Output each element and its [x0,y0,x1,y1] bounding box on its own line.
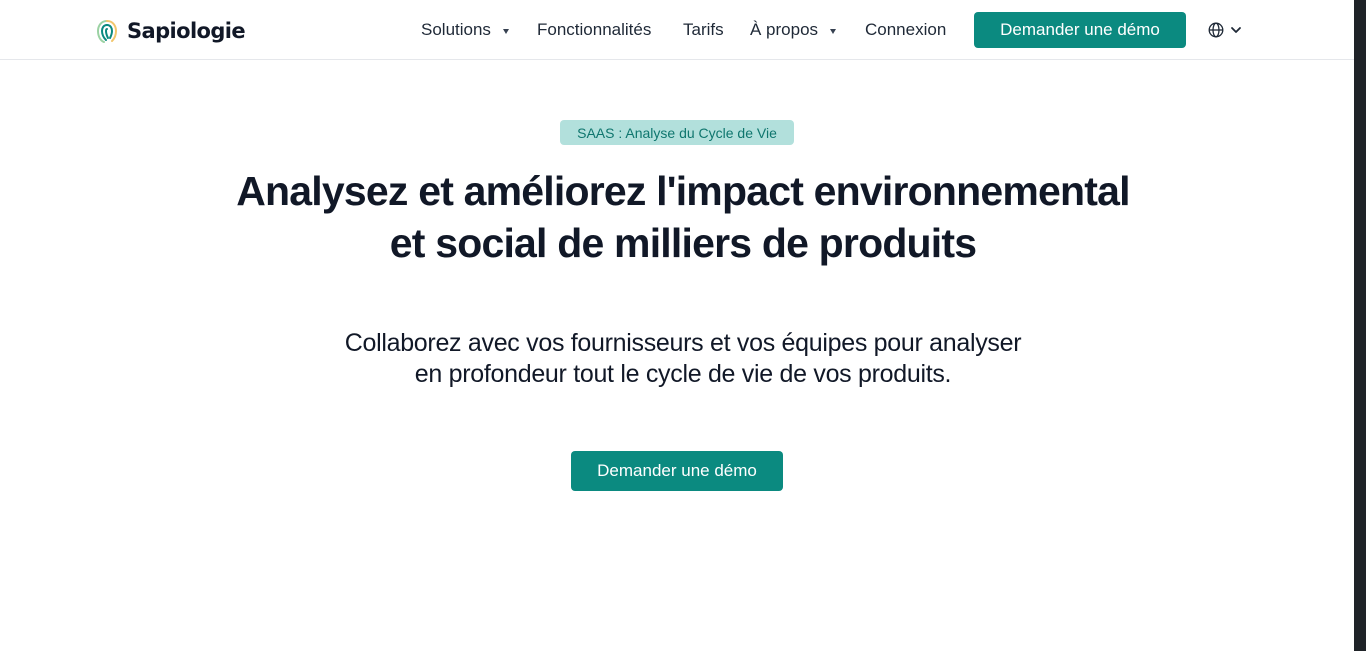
brand-name: Sapiologie [127,19,246,43]
header-demo-button[interactable]: Demander une démo [974,12,1186,48]
nav-item-label: Tarifs [683,20,724,39]
hero-title: Analysez et améliorez l'impact environne… [183,165,1183,269]
hero-title-line: et social de milliers de produits [389,220,977,266]
nav-item-label: Solutions [421,20,491,39]
nav-item-solutions[interactable]: Solutions [421,20,509,40]
site-header: Sapiologie Solutions Fonctionnalités Tar… [0,0,1354,60]
fingerprint-leaf-icon [96,20,118,43]
logo-link[interactable]: Sapiologie [96,16,246,46]
nav-item-label: Connexion [865,20,947,39]
hero-subtitle-line: en profondeur tout le cycle de vie de vo… [414,360,952,388]
nav-item-label: Fonctionnalités [537,20,652,39]
language-switcher[interactable] [1208,20,1244,40]
nav-item-label: À propos [750,20,819,39]
chevron-down-icon [1231,27,1241,33]
hero-title-line: Analysez et améliorez l'impact environne… [236,168,1130,214]
hero-subtitle-line: Collaborez avec vos fournisseurs et vos … [344,329,1022,357]
globe-icon [1208,22,1224,38]
scrollbar[interactable] [1354,0,1366,651]
caret-down-icon [830,28,837,34]
nav-item-tarifs[interactable]: Tarifs [683,20,724,40]
hero-demo-button[interactable]: Demander une démo [571,451,783,491]
hero-subtitle: Collaborez avec vos fournisseurs et vos … [283,328,1083,390]
nav-item-fonctionnalites[interactable]: Fonctionnalités [537,20,651,40]
category-badge: SAAS : Analyse du Cycle de Vie [560,120,794,145]
nav-item-connexion[interactable]: Connexion [865,20,946,40]
nav-item-a-propos[interactable]: À propos [750,20,837,40]
caret-down-icon [502,28,509,34]
page: Sapiologie Solutions Fonctionnalités Tar… [0,0,1366,651]
